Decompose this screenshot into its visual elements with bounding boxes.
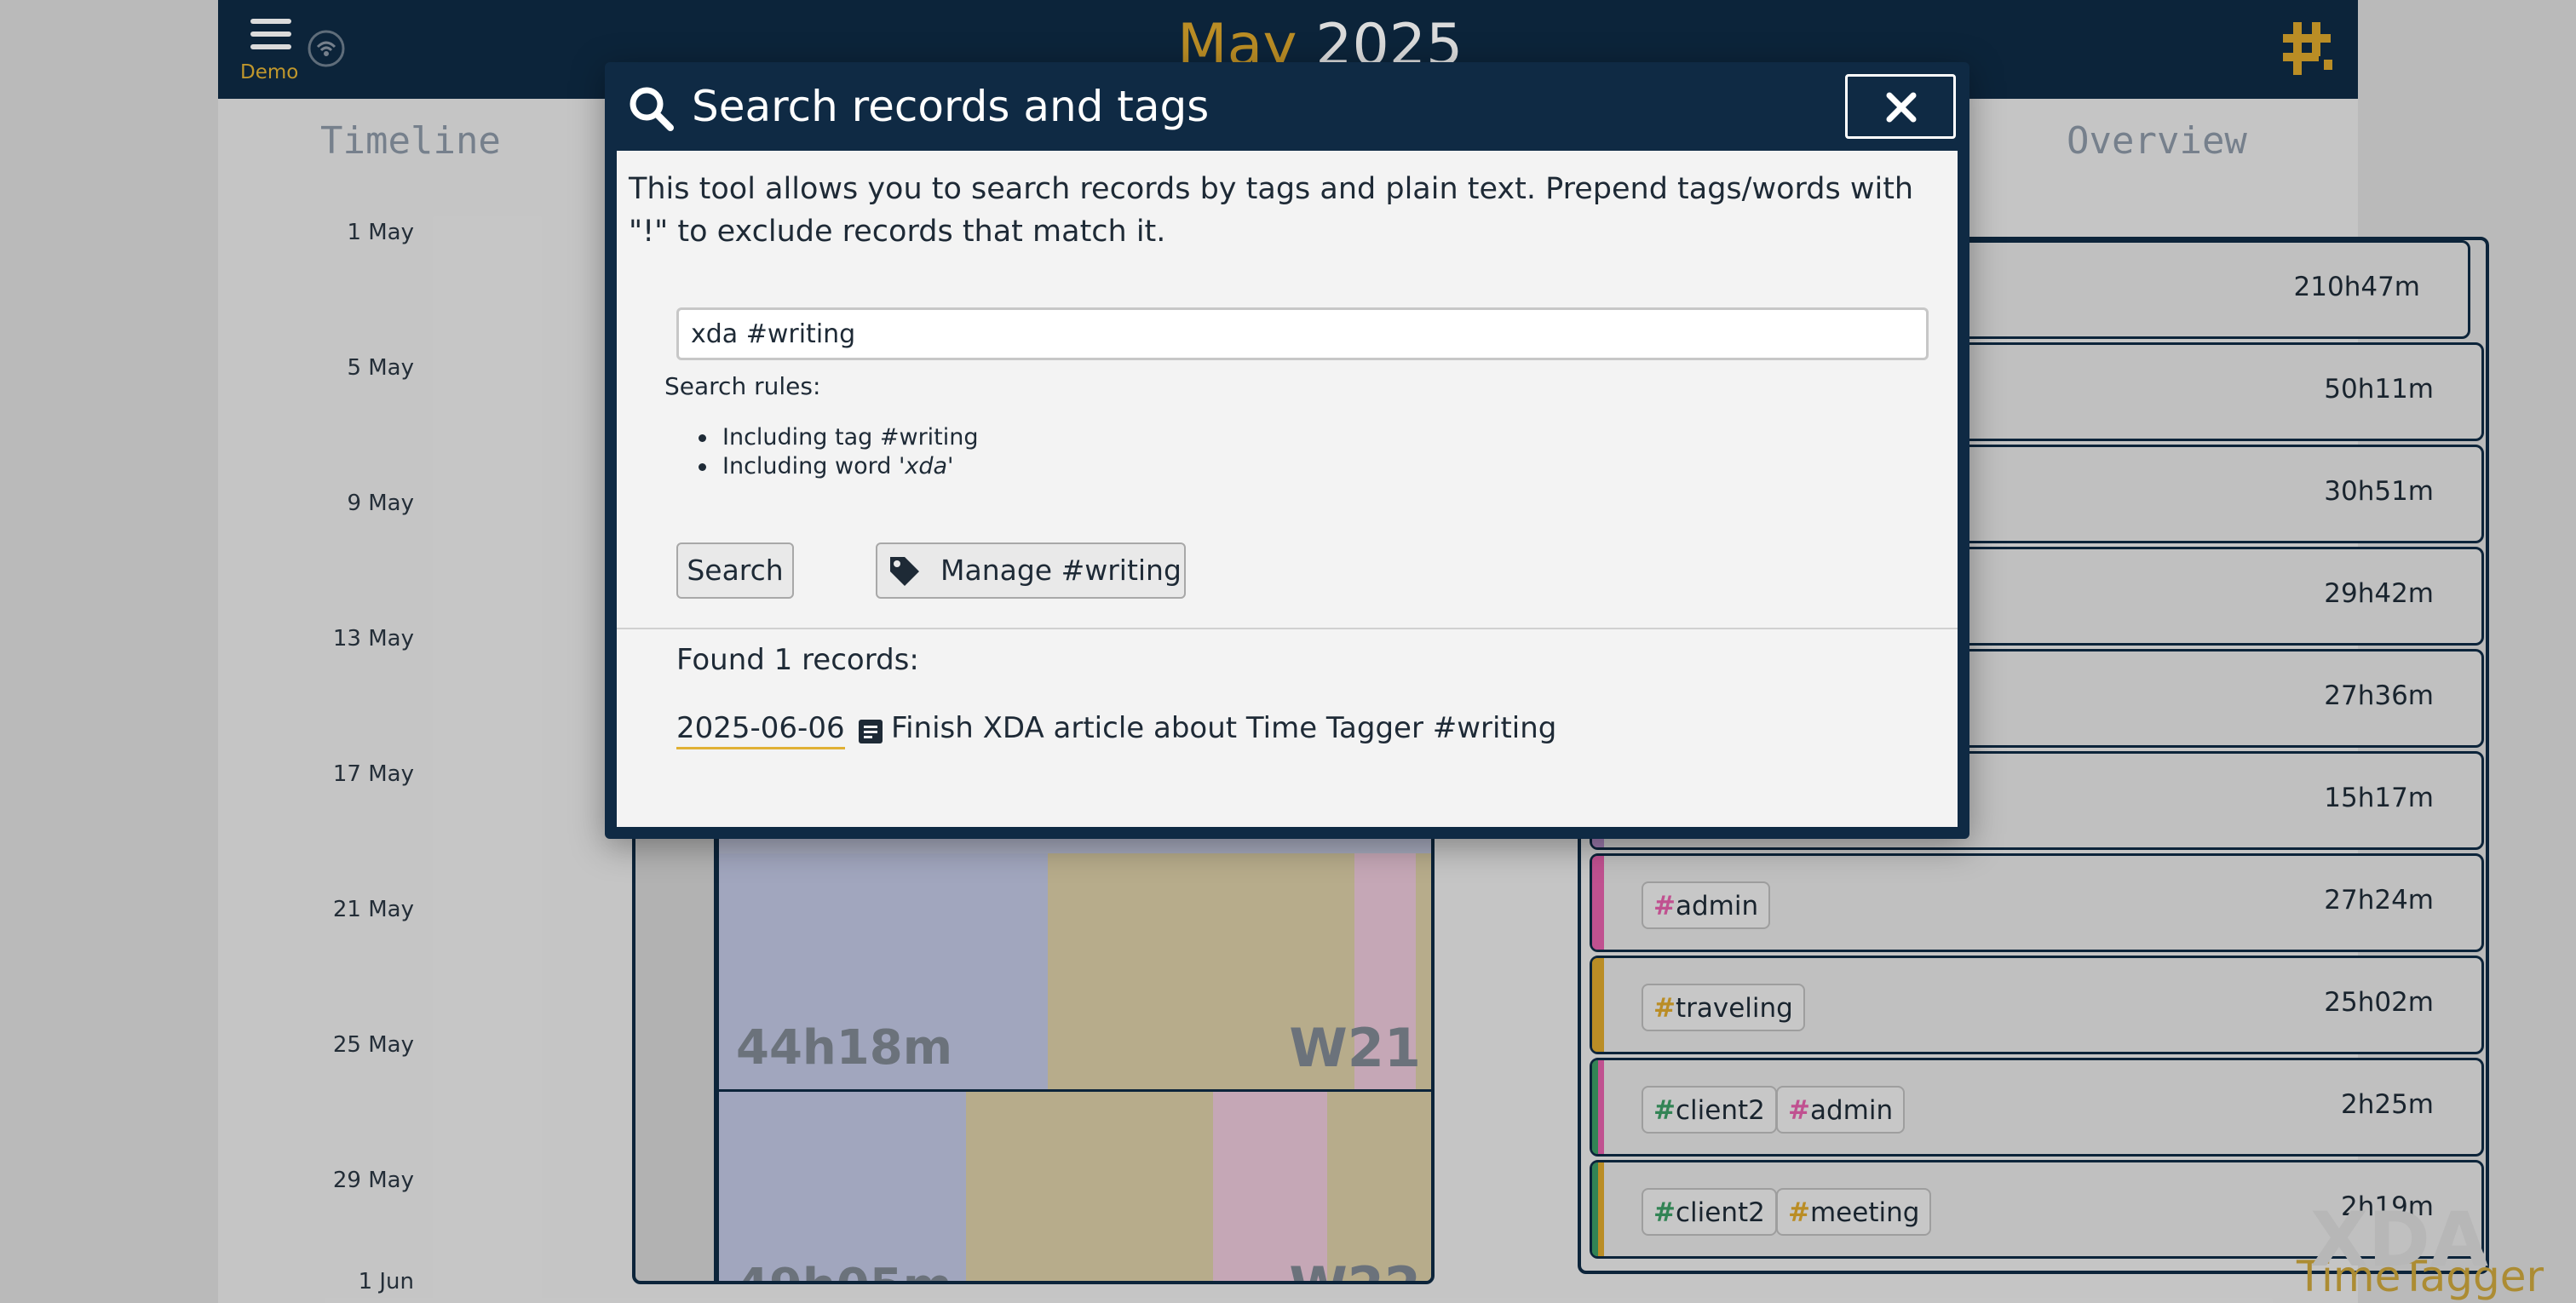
manage-tag-label: Manage #writing [940,554,1182,587]
search-button[interactable]: Search [676,542,794,599]
rule-item: Including tag #writing [699,423,979,452]
search-rules-list: Including tag #writing Including word 'x… [699,423,979,481]
close-icon [1886,92,1917,123]
manage-tag-button[interactable]: Manage #writing [876,542,1186,599]
search-dialog: Search records and tags This tool allows… [605,62,1969,839]
result-date-link[interactable]: 2025-06-06 [676,711,845,749]
rule-prefix: Including tag [722,424,880,451]
intro-text: This tool allows you to search records b… [629,172,1914,249]
rule-item: Including word 'xda' [699,452,979,481]
search-input[interactable] [676,307,1929,360]
rule-prefix: Including word [722,453,899,479]
rule-tag-value: #writing [879,424,979,451]
search-rules-label: Search rules: [664,372,821,400]
dialog-body: This tool allows you to search records b… [617,151,1958,827]
divider [617,628,1958,629]
search-icon [630,87,674,131]
close-button[interactable] [1845,74,1956,139]
results-count: Found 1 records: [676,643,919,677]
tag-icon [890,557,919,586]
dialog-title: Search records and tags [692,82,1210,131]
document-icon [859,720,883,743]
rule-word-value: 'xda' [898,453,954,479]
dialog-header: Search records and tags [605,62,1969,151]
result-description: Finish XDA article about Time Tagger #wr… [891,711,1557,745]
